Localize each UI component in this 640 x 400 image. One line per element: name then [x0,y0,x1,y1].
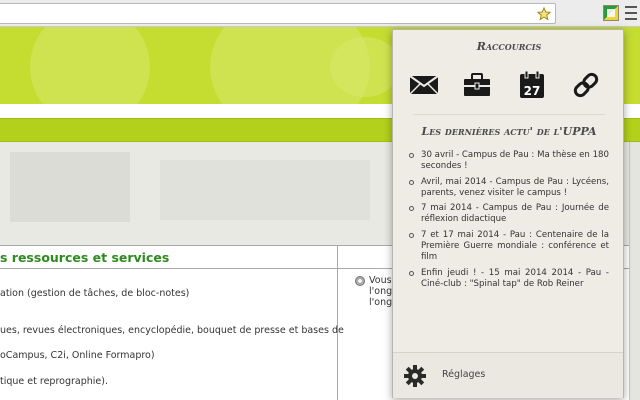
right-column-line: Vous [369,275,392,286]
section-title: s ressources et services [0,250,170,265]
table-column-divider [337,246,338,400]
mail-icon[interactable] [407,68,441,102]
news-item[interactable]: 30 avril - Campus de Pau : Ma thèse en 1… [407,150,609,173]
page-scrollbar[interactable] [629,142,640,400]
bookmark-star-icon[interactable] [535,5,553,23]
right-column-line: l'ong [369,286,393,297]
gear-icon[interactable] [404,365,426,387]
calendar-icon[interactable]: 27 [515,68,549,102]
settings-link[interactable]: Réglages [442,369,485,380]
menu-icon[interactable] [625,6,637,20]
shortcuts-popup: Raccourcis 27 Les dernières actu' de l'U… [392,29,624,398]
resource-line: ation (gestion de tâches, de bloc-notes) [0,288,190,299]
browser-toolbar [0,0,640,27]
address-bar[interactable] [0,3,556,24]
popup-divider [413,114,605,115]
news-item[interactable]: Enfin jeudi ! - 15 mai 2014 2014 - Pau -… [407,268,609,291]
news-item[interactable]: 7 et 17 mai 2014 - Pau : Centenaire de l… [407,230,609,264]
briefcase-icon[interactable] [460,68,494,102]
popup-footer: Réglages [393,352,623,398]
bullet-icon [355,276,365,286]
resource-line: tique et reprographie). [0,376,108,387]
news-title: Les dernières actu' de l'UPPA [421,125,597,138]
extension-icon[interactable] [603,5,619,21]
news-item[interactable]: 7 mai 2014 - Campus de Pau : Journée de … [407,203,609,226]
calendar-day: 27 [524,84,541,98]
link-icon[interactable] [569,68,603,102]
popup-title: Raccourcis [476,40,542,53]
shortcuts-row: 27 [393,68,625,102]
right-column-line: l'ong [369,297,393,308]
news-list: 30 avril - Campus de Pau : Ma thèse en 1… [407,150,609,294]
resource-line: oCampus, C2i, Online Formapro) [0,350,155,361]
resource-line: ues, revues électroniques, encyclopédie,… [0,325,344,336]
news-item[interactable]: Avril, mai 2014 - Campus de Pau : Lycéen… [407,177,609,200]
